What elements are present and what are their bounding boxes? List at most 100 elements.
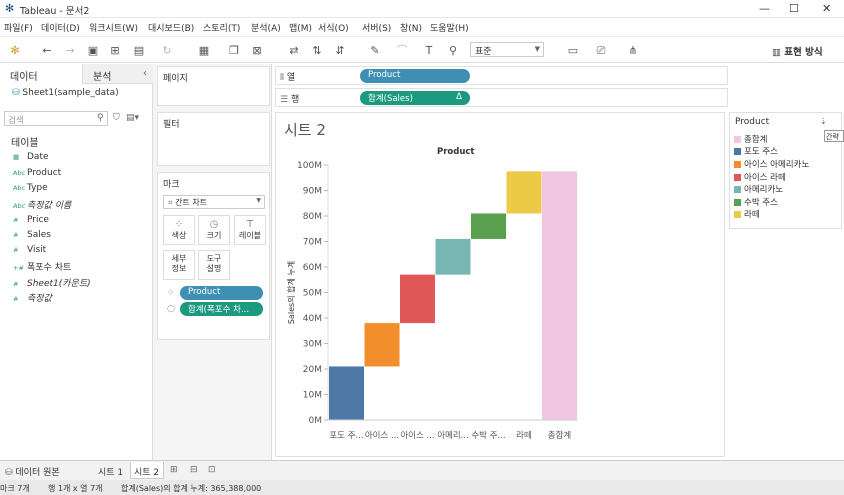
menu-server[interactable]: 서버(S) xyxy=(362,21,391,34)
mark-type-select[interactable]: ⌗ 간트 차트 ▼ xyxy=(163,195,265,209)
rows-pill-sales[interactable]: 합계(Sales) Δ xyxy=(360,91,470,105)
presentation-icon[interactable]: ⎚ xyxy=(594,44,608,58)
menu-dashboard[interactable]: 대시보드(B) xyxy=(148,21,194,34)
chevron-down-icon: ▼ xyxy=(256,197,261,204)
group-icon[interactable]: ⌒ xyxy=(395,44,409,58)
swap-icon[interactable]: ⇄ xyxy=(287,44,301,58)
legend-item[interactable]: 아메리카노 xyxy=(734,183,783,195)
number-type-icon: # xyxy=(13,231,19,239)
datasource-item[interactable]: ⛁ Sheet1(sample_data) xyxy=(12,88,119,98)
menu-file[interactable]: 파일(F) xyxy=(4,21,33,34)
detail-button[interactable]: 세부 정보 xyxy=(163,250,195,280)
pause-updates-icon[interactable]: ▤ xyxy=(132,44,146,58)
bar-1 xyxy=(329,366,364,420)
undo-icon[interactable]: ← xyxy=(40,44,54,58)
tab-sheet1[interactable]: 시트 1 xyxy=(98,465,123,478)
field-count[interactable]: # Sheet1(카운트) xyxy=(13,276,91,289)
y-tick-label: 100M xyxy=(297,161,322,171)
search-input[interactable]: 검색 xyxy=(4,111,108,126)
columns-shelf-label: ⦀ 열 xyxy=(280,73,296,83)
y-tick-label: 70M xyxy=(303,238,322,248)
refresh-icon[interactable]: ↻ xyxy=(160,44,174,58)
field-waterfall[interactable]: +# 폭포수 차트 xyxy=(13,260,71,273)
field-visit[interactable]: # Visit xyxy=(13,245,46,255)
datasource-tab[interactable]: ⛁ 데이터 원본 xyxy=(5,465,60,478)
legend-item[interactable]: 라떼 xyxy=(734,208,760,220)
menu-analysis[interactable]: 분석(A) xyxy=(251,21,281,34)
highlight-icon[interactable]: ✎ xyxy=(368,44,382,58)
number-type-icon: # xyxy=(13,246,19,254)
legend-item[interactable]: 총합계 xyxy=(734,133,767,145)
legend-item[interactable]: 포도 주스 xyxy=(734,145,778,157)
card-toggle-icon[interactable]: ▭ xyxy=(566,44,580,58)
database-icon: ⛁ xyxy=(5,468,16,478)
collapse-pane-icon[interactable]: ‹ xyxy=(143,68,147,79)
y-tick-label: 80M xyxy=(303,212,322,222)
pages-card[interactable]: 페이지 xyxy=(157,66,270,106)
columns-shelf[interactable]: ⦀ 열 Product xyxy=(275,66,728,85)
menu-map[interactable]: 맵(M) xyxy=(289,21,312,34)
pages-card-title: 페이지 xyxy=(163,74,188,84)
fit-combo[interactable]: 표준 ▼ xyxy=(470,42,544,57)
field-type[interactable]: Abc Type xyxy=(13,183,48,193)
sort-asc-icon[interactable]: ⇅ xyxy=(310,44,324,58)
new-datasource-icon[interactable]: ⊞ xyxy=(108,44,122,58)
menu-help[interactable]: 도움말(H) xyxy=(430,21,469,34)
field-product[interactable]: Abc Product xyxy=(13,168,61,178)
new-dashboard-tab-icon[interactable]: ⊟ xyxy=(190,465,198,475)
filters-card[interactable]: 필터 xyxy=(157,112,270,166)
filter-icon[interactable]: ⛉ xyxy=(113,113,120,123)
marks-pill-waterfall[interactable]: 합계(폭포수 차... xyxy=(180,302,263,316)
label-button[interactable]: T 레이블 xyxy=(234,215,266,245)
field-date[interactable]: ▦ Date xyxy=(13,152,49,162)
menu-worksheet[interactable]: 워크시트(W) xyxy=(89,21,138,34)
legend-item[interactable]: 아이스 아메리카노 xyxy=(734,158,809,170)
close-button[interactable]: ✕ xyxy=(822,2,831,15)
menu-data[interactable]: 데이터(D) xyxy=(41,21,80,34)
legend-sort-icon[interactable]: ⇣ xyxy=(820,117,827,126)
size-button[interactable]: ◷ 크기 xyxy=(198,215,230,245)
marks-pill-product[interactable]: Product xyxy=(180,286,263,300)
pin-icon[interactable]: ⚲ xyxy=(446,44,460,58)
new-story-tab-icon[interactable]: ⊡ xyxy=(208,465,216,475)
rows-shelf[interactable]: ☰ 행 합계(Sales) Δ xyxy=(275,88,728,107)
menu-format[interactable]: 서식(O) xyxy=(318,21,349,34)
tooltip-button[interactable]: 도구 설명 xyxy=(198,250,230,280)
color-icon: ⁘ xyxy=(174,219,184,230)
legend-tooltip: 간략 xyxy=(824,130,844,142)
color-button[interactable]: ⁘ 색상 xyxy=(163,215,195,245)
field-measure-values[interactable]: # 측정값 xyxy=(13,291,52,304)
label-icon[interactable]: T xyxy=(422,44,436,58)
tableau-home-icon[interactable]: ✻ xyxy=(8,44,22,58)
columns-pill-product[interactable]: Product xyxy=(360,69,470,83)
gantt-icon: ⌗ xyxy=(168,198,176,207)
tab-data[interactable]: 데이터 xyxy=(0,64,82,84)
duplicate-icon[interactable]: ❐ xyxy=(227,44,241,58)
menu-window[interactable]: 창(N) xyxy=(400,21,422,34)
view-options-icon[interactable]: ▤▾ xyxy=(126,113,139,123)
tables-header: 테이블 xyxy=(11,138,39,149)
save-icon[interactable]: ▣ xyxy=(86,44,100,58)
x-tick-label: 아메리... xyxy=(437,430,469,441)
y-tick-label: 10M xyxy=(303,391,322,401)
share-icon[interactable]: ⋔ xyxy=(626,44,640,58)
field-price[interactable]: # Price xyxy=(13,215,49,225)
new-worksheet-icon[interactable]: ▦ xyxy=(197,44,211,58)
sort-desc-icon[interactable]: ⇵ xyxy=(333,44,347,58)
maximize-button[interactable]: ☐ xyxy=(789,2,799,15)
menu-story[interactable]: 스토리(T) xyxy=(203,21,240,34)
legend-item[interactable]: 아이스 라떼 xyxy=(734,171,786,183)
status-marks: 마크 7개 xyxy=(0,484,30,493)
field-sales[interactable]: # Sales xyxy=(13,230,51,240)
show-me-button[interactable]: ▥ 표현 방식 xyxy=(772,44,823,58)
field-measure-names[interactable]: Abc 측정값 이름 xyxy=(13,198,71,211)
legend-swatch xyxy=(734,199,741,206)
tab-sheet2[interactable]: 시트 2 xyxy=(130,462,164,479)
clear-sheet-icon[interactable]: ⊠ xyxy=(250,44,264,58)
legend-item[interactable]: 수박 주스 xyxy=(734,196,778,208)
legend-swatch xyxy=(734,186,741,193)
x-tick-label: 포도 주... xyxy=(329,431,363,441)
minimize-button[interactable]: — xyxy=(759,2,770,15)
new-worksheet-tab-icon[interactable]: ⊞ xyxy=(170,465,178,475)
redo-icon[interactable]: → xyxy=(63,44,77,58)
